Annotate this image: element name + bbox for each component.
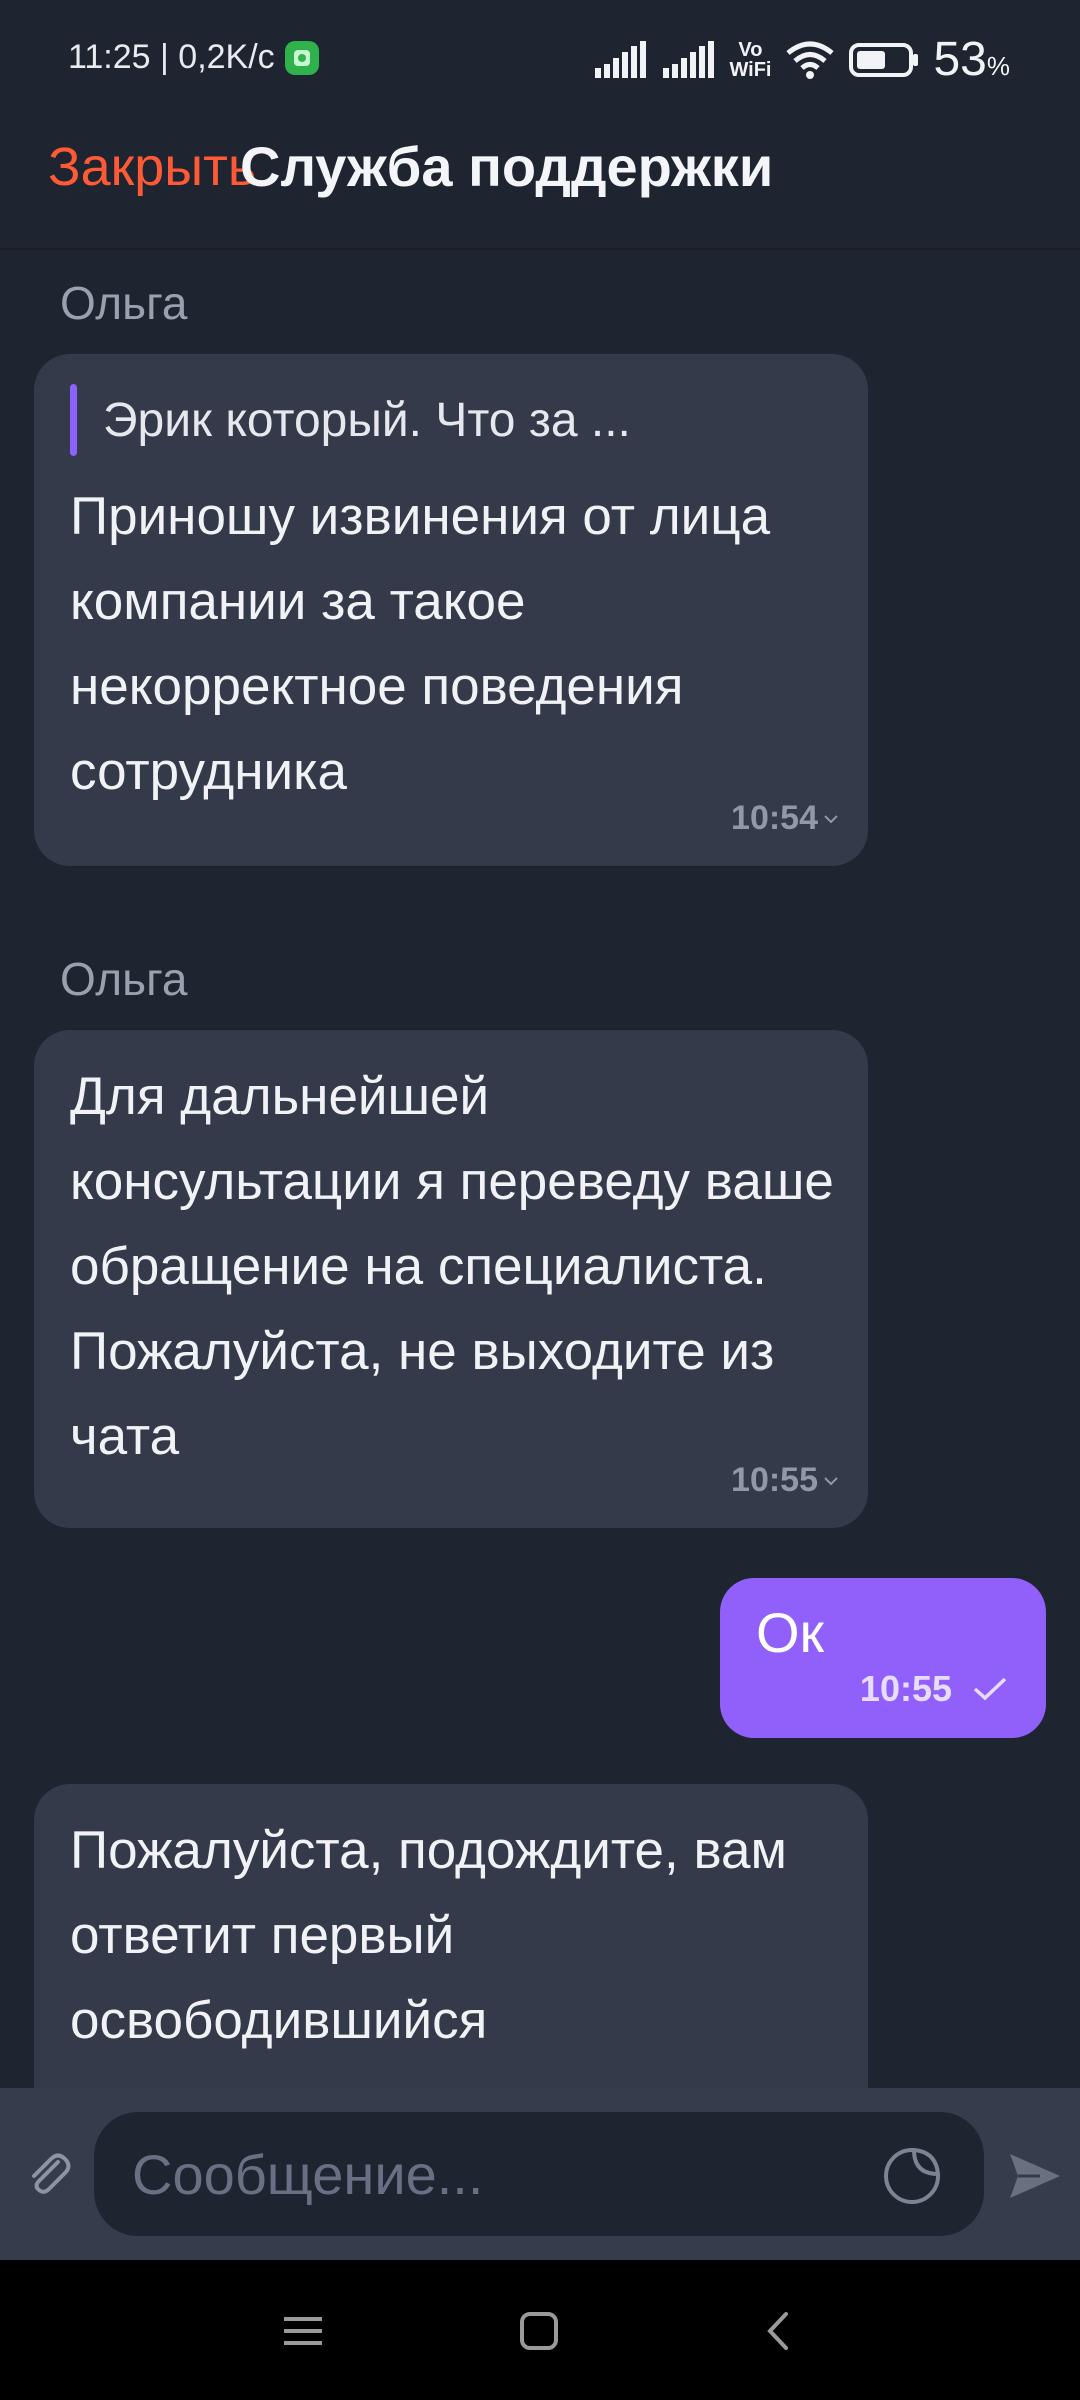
close-button[interactable]: Закрыть <box>48 136 256 198</box>
message-time: 10:54 <box>731 799 840 838</box>
message-time-value: 10:55 <box>731 1461 818 1499</box>
send-icon[interactable] <box>1004 2146 1064 2206</box>
status-bar: 11:25 | 0,2K/c Vo WiFi 53 % <box>0 0 1080 120</box>
signal-icon <box>595 40 647 78</box>
message-time: 10:55 <box>731 1461 840 1500</box>
message-time-value: 10:54 <box>731 799 818 837</box>
status-left: 11:25 | 0,2K/c <box>68 38 319 77</box>
chat-messages[interactable]: Ольга Эрик который. Что за ... Приношу и… <box>0 250 1080 2088</box>
home-icon[interactable] <box>514 2306 564 2356</box>
back-icon[interactable] <box>754 2306 804 2356</box>
signal-icon <box>663 40 715 78</box>
status-time-speed: 11:25 | 0,2K/c <box>68 38 275 76</box>
vowifi-top: Vo <box>738 38 763 61</box>
message-text: Пожалуйста, подождите, вам ответит первы… <box>70 1821 787 2050</box>
incoming-message[interactable]: Эрик который. Что за ... Приношу извинен… <box>34 354 868 866</box>
chevron-down-icon <box>824 1476 838 1485</box>
vowifi-indicator: Vo WiFi <box>729 40 771 80</box>
message-composer <box>0 2088 1080 2260</box>
message-text: Приношу извинения от лица компании за та… <box>70 487 771 801</box>
message-input[interactable] <box>94 2112 984 2236</box>
battery-icon <box>849 42 919 77</box>
battery-percent: 53 % <box>933 32 1010 87</box>
sender-name: Ольга <box>60 277 188 329</box>
checkmark-icon <box>973 1677 1007 1701</box>
chat-header: Закрыть Служба поддержки <box>0 120 1080 250</box>
message-time: 10:55 <box>860 1668 1008 1710</box>
chevron-down-icon <box>824 814 838 823</box>
sender-name: Ольга <box>60 953 188 1005</box>
attach-icon[interactable] <box>20 2146 76 2202</box>
battery-value: 53 <box>933 33 987 86</box>
system-nav-bar <box>0 2260 1080 2400</box>
sticker-icon[interactable] <box>880 2144 944 2208</box>
message-text: Для дальнейшей консультации я переведу в… <box>70 1067 834 1466</box>
quoted-reply[interactable]: Эрик который. Что за ... <box>70 382 834 458</box>
menu-icon[interactable] <box>278 2306 328 2356</box>
vowifi-bottom: WiFi <box>729 58 772 81</box>
page-title: Служба поддержки <box>240 135 774 198</box>
incoming-message[interactable]: Для дальнейшей консультации я переведу в… <box>34 1030 868 1528</box>
message-text: Ок <box>756 1601 825 1664</box>
status-right: Vo WiFi 53 % <box>593 32 1010 87</box>
app-notification-icon <box>284 40 319 75</box>
wifi-icon <box>786 41 835 79</box>
quote-bar <box>70 384 77 456</box>
outgoing-message[interactable]: Ок 10:55 <box>720 1578 1046 1738</box>
battery-unit: % <box>986 51 1010 81</box>
message-time-value: 10:55 <box>859 1668 952 1709</box>
incoming-message[interactable]: Пожалуйста, подождите, вам ответит первы… <box>34 1784 868 2088</box>
quote-text: Эрик который. Что за ... <box>103 393 631 447</box>
